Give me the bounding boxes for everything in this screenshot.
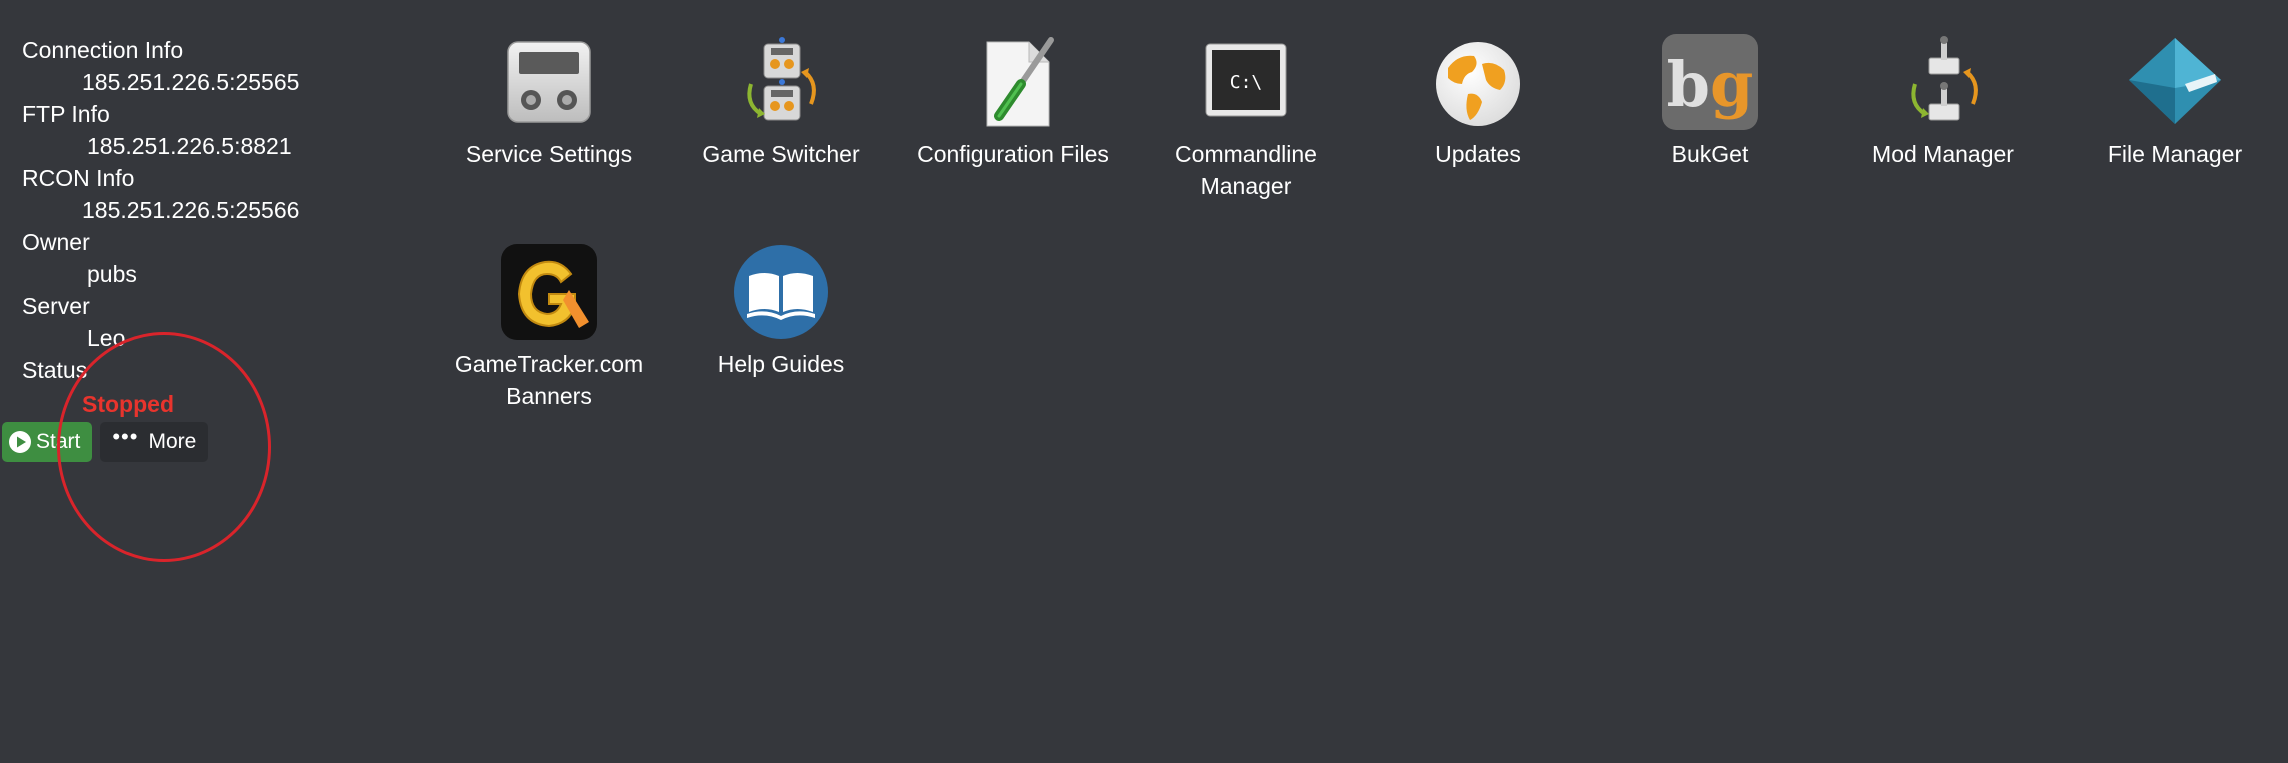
tile-label: BukGet — [1671, 141, 1749, 167]
tile-label: File Manager — [2107, 141, 2243, 167]
ftp-info-label: FTP Info — [22, 101, 110, 127]
connection-info-label: Connection Info — [22, 37, 184, 63]
tile-bukget[interactable]: bg BukGet — [1594, 34, 1826, 170]
rcon-info-label: RCON Info — [22, 165, 135, 191]
tile-file-manager[interactable]: File Manager — [2059, 34, 2288, 170]
tile-label: Configuration Files — [917, 141, 1109, 167]
control-panel: Connection Info 185.251.226.5:25565 FTP … — [0, 0, 2288, 763]
gametracker-icon — [501, 244, 597, 340]
globe-icon — [1436, 42, 1520, 126]
tile-label: Service Settings — [465, 141, 633, 167]
service-settings-icon — [507, 41, 591, 123]
server-info-panel: Connection Info 185.251.226.5:25565 FTP … — [22, 34, 322, 420]
tile-label: Updates — [1435, 141, 1521, 167]
tile-label: Help Guides — [717, 351, 845, 377]
tile-label: Game Switcher — [702, 141, 860, 167]
tile-mod-manager[interactable]: Mod Manager — [1827, 34, 2059, 170]
tile-game-switcher[interactable]: Game Switcher — [665, 34, 897, 170]
server-actions: Start ••• More — [2, 422, 209, 462]
play-icon — [9, 431, 31, 453]
bukget-icon-text: bg — [1667, 48, 1754, 121]
tile-gametracker-banners[interactable]: GameTracker.com Banners — [433, 244, 665, 412]
owner-label: Owner — [22, 229, 90, 255]
owner-value: pubs — [87, 261, 137, 287]
configuration-files-icon — [986, 37, 1054, 127]
commandline-icon: C:\ — [1205, 43, 1287, 117]
tile-configuration-files[interactable]: Configuration Files — [897, 34, 1129, 170]
game-switcher-icon — [747, 37, 816, 121]
tile-commandline-manager[interactable]: C:\ Commandline Manager — [1130, 34, 1362, 202]
tile-label: GameTracker.com Banners — [454, 351, 644, 409]
book-icon — [734, 245, 828, 339]
ftp-info-value: 185.251.226.5:8821 — [87, 133, 292, 159]
start-button[interactable]: Start — [2, 422, 93, 462]
tile-label: Commandline Manager — [1175, 141, 1317, 199]
rcon-info-value: 185.251.226.5:25566 — [82, 197, 300, 223]
tile-service-settings[interactable]: Service Settings — [433, 34, 665, 170]
commandline-icon-text: C:\ — [1230, 72, 1263, 93]
server-value: Leo — [87, 325, 126, 351]
status-value: Stopped — [82, 391, 174, 417]
ellipsis-icon: ••• — [112, 424, 139, 449]
bukget-icon: bg — [1662, 34, 1758, 130]
more-button[interactable]: ••• More — [100, 422, 209, 462]
tile-help-guides[interactable]: Help Guides — [665, 244, 897, 380]
start-button-label: Start — [36, 430, 81, 453]
file-manager-icon — [2129, 38, 2221, 124]
server-label: Server — [22, 293, 90, 319]
tile-updates[interactable]: Updates — [1362, 34, 1594, 170]
tile-label: Mod Manager — [1872, 141, 2014, 167]
mod-manager-icon — [1911, 36, 1978, 121]
connection-info-value: 185.251.226.5:25565 — [82, 69, 300, 95]
status-label: Status — [22, 357, 88, 383]
more-button-label: More — [148, 430, 197, 453]
